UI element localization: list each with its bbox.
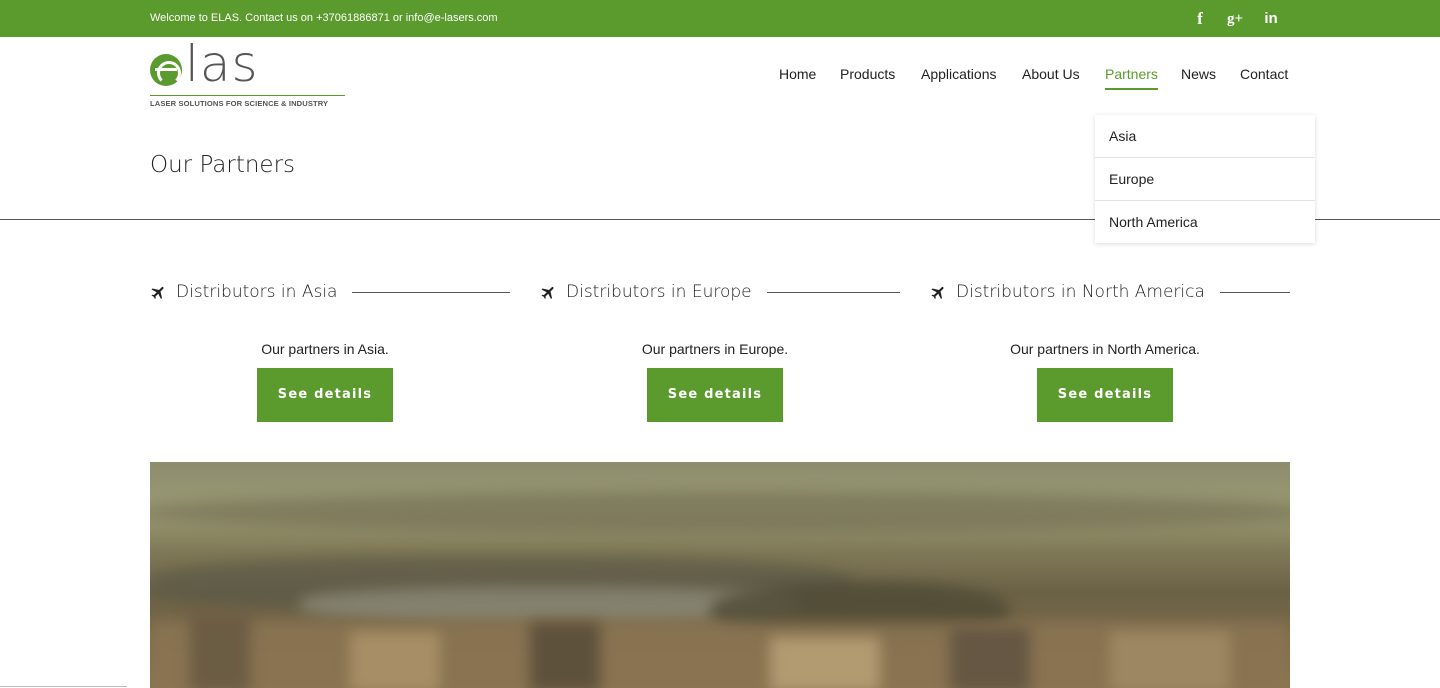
airplane-icon [541,286,554,299]
section-heading: Distributors in North America [930,280,1290,304]
heading-rule [352,291,510,293]
section-heading: Distributors in Europe [540,280,900,304]
linkedin-icon[interactable]: in [1262,9,1280,29]
dropdown-item-asia[interactable]: Asia [1095,115,1315,158]
section-description: Our partners in Europe. [641,341,789,357]
section-heading: Distributors in Asia [150,280,510,304]
distributors-asia-section: Distributors in Asia Our partners in Asi… [150,272,510,432]
active-nav-underline [1105,88,1158,90]
section-title: Distributors in Asia [176,282,338,302]
partners-dropdown-menu: Asia Europe North America [1095,115,1315,243]
airplane-icon [931,286,944,299]
main-nav: Home Products Applications About Us Part… [0,66,1440,90]
nav-item-contact[interactable]: Contact [1240,66,1288,82]
nav-item-partners[interactable]: Partners [1105,66,1158,82]
distributors-north-america-section: Distributors in North America Our partne… [930,272,1290,432]
bottom-edge-line [0,686,127,687]
facebook-icon[interactable]: f [1191,9,1209,29]
city-hero-image [150,462,1290,688]
logo-tagline: LASER SOLUTIONS FOR SCIENCE & INDUSTRY [150,99,329,108]
distributors-europe-section: Distributors in Europe Our partners in E… [540,272,900,432]
airplane-icon [151,286,164,299]
nav-item-about-us[interactable]: About Us [1022,66,1080,82]
see-details-button[interactable]: See details [257,368,393,422]
nav-item-news[interactable]: News [1181,66,1216,82]
see-details-button[interactable]: See details [1037,368,1173,422]
see-details-button[interactable]: See details [647,368,783,422]
top-bar: Welcome to ELAS. Contact us on +37061886… [0,0,1440,37]
section-title: Distributors in North America [956,282,1205,302]
nav-item-home[interactable]: Home [779,66,816,82]
dropdown-item-europe[interactable]: Europe [1095,158,1315,201]
google-plus-icon[interactable]: g+ [1226,9,1244,29]
dropdown-item-north-america[interactable]: North America [1095,201,1315,244]
section-title: Distributors in Europe [566,282,752,302]
section-description: Our partners in North America. [1010,341,1200,357]
contact-info-text: Welcome to ELAS. Contact us on +37061886… [150,12,498,24]
nav-item-applications[interactable]: Applications [921,66,997,82]
nav-item-products[interactable]: Products [840,66,895,82]
heading-rule [766,291,900,293]
section-description: Our partners in Asia. [261,341,389,357]
logo-underline [150,95,345,96]
page-title: Our Partners [150,152,296,178]
heading-rule [1219,291,1290,293]
